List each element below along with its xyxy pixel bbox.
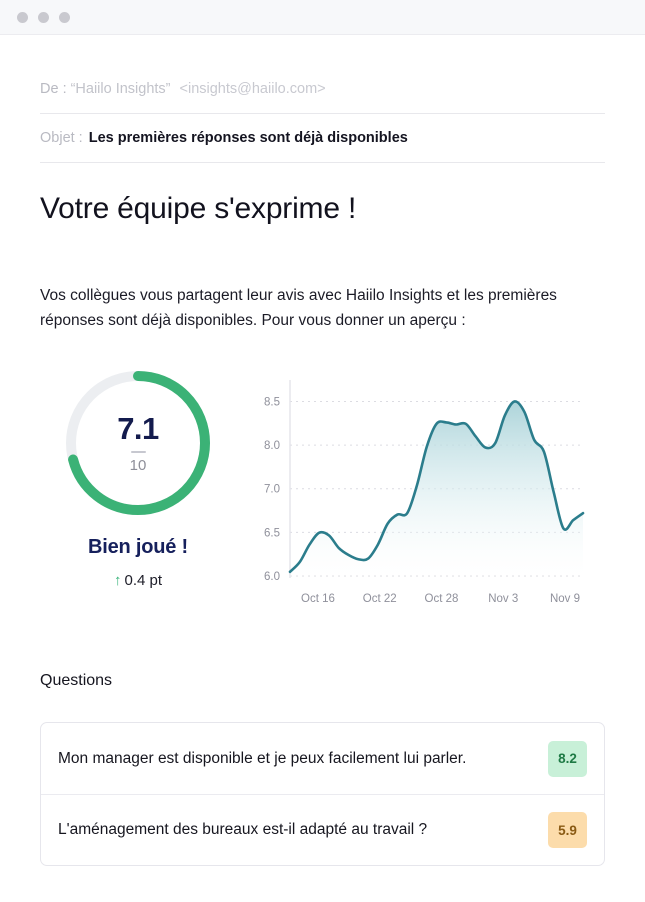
x-tick-label: Oct 22	[363, 593, 397, 605]
from-label: De :	[40, 81, 67, 97]
intro-paragraph: Vos collègues vous partagent leur avis a…	[40, 286, 557, 329]
question-row[interactable]: Mon manager est disponible et je peux fa…	[41, 723, 604, 794]
questions-heading: Questions	[40, 672, 113, 689]
mail-from-row: De : “Haiilo Insights” <insights@haiilo.…	[40, 65, 605, 114]
score-gauge-block: 7.1 10 Bien joué ! ↑ 0.4 pt	[40, 368, 236, 589]
mail-header: De : “Haiilo Insights” <insights@haiilo.…	[0, 35, 645, 163]
chart-y-tick-labels: 8.5 8.0 7.0 6.5 6.0	[264, 396, 280, 583]
stats-section: 7.1 10 Bien joué ! ↑ 0.4 pt 8.5 8.0 7.0 …	[0, 368, 645, 611]
window-titlebar	[0, 0, 645, 35]
chart-x-tick-labels: Oct 16 Oct 22 Oct 28 Nov 3 Nov 9	[301, 593, 580, 605]
mail-subject-row: Objet : Les premières réponses sont déjà…	[40, 114, 605, 163]
subject-label: Objet :	[40, 130, 83, 146]
gauge-delta-text: 0.4 pt	[124, 572, 163, 589]
question-text: L'aménagement des bureaux est-il adapté …	[58, 821, 428, 838]
trend-chart-block: 8.5 8.0 7.0 6.5 6.0 Oct 16 Oct 22 Oct 28 Nov 3 N…	[242, 368, 605, 611]
x-tick-label: Nov 3	[488, 593, 518, 605]
from-name: “Haiilo Insights”	[70, 81, 171, 97]
question-score-badge: 5.9	[548, 812, 587, 848]
question-score-badge: 8.2	[548, 740, 587, 777]
minimize-dot-icon[interactable]	[38, 11, 49, 23]
email-body: Votre équipe s'exprime ! Vos collègues v…	[0, 190, 645, 333]
subject-value: Les premières réponses sont déjà disponi…	[88, 130, 408, 146]
x-tick-label: Oct 28	[425, 593, 459, 605]
gauge-delta: ↑ 0.4 pt	[114, 572, 162, 589]
y-tick-label: 6.5	[264, 527, 280, 539]
x-tick-label: Nov 9	[550, 593, 580, 605]
arrow-up-icon: ↑	[113, 572, 122, 589]
y-tick-label: 8.5	[264, 396, 280, 408]
page-title: Votre équipe s'exprime !	[40, 192, 357, 225]
question-text: Mon manager est disponible et je peux fa…	[58, 749, 467, 767]
gauge-divider	[130, 451, 146, 453]
score-gauge: 7.1 10	[63, 368, 213, 518]
gauge-max-value: 10	[129, 457, 147, 474]
y-tick-label: 6.0	[264, 571, 280, 583]
x-tick-label: Oct 16	[301, 593, 335, 605]
trend-area-chart: 8.5 8.0 7.0 6.5 6.0 Oct 16 Oct 22 Oct 28 Nov 3 N…	[264, 380, 585, 605]
gauge-caption: Bien joué !	[87, 536, 189, 558]
maximize-dot-icon[interactable]	[59, 11, 70, 23]
from-address: <insights@haiilo.com>	[179, 81, 326, 97]
gauge-center-readout: 7.1 10	[63, 368, 213, 518]
y-tick-label: 8.0	[264, 440, 280, 452]
question-row[interactable]: L'aménagement des bureaux est-il adapté …	[41, 794, 604, 865]
y-tick-label: 7.0	[264, 484, 280, 496]
close-dot-icon[interactable]	[17, 11, 28, 23]
questions-card: Mon manager est disponible et je peux fa…	[40, 722, 605, 866]
email-preview-window: De : “Haiilo Insights” <insights@haiilo.…	[0, 0, 645, 902]
gauge-score-value: 7.1	[117, 411, 159, 446]
